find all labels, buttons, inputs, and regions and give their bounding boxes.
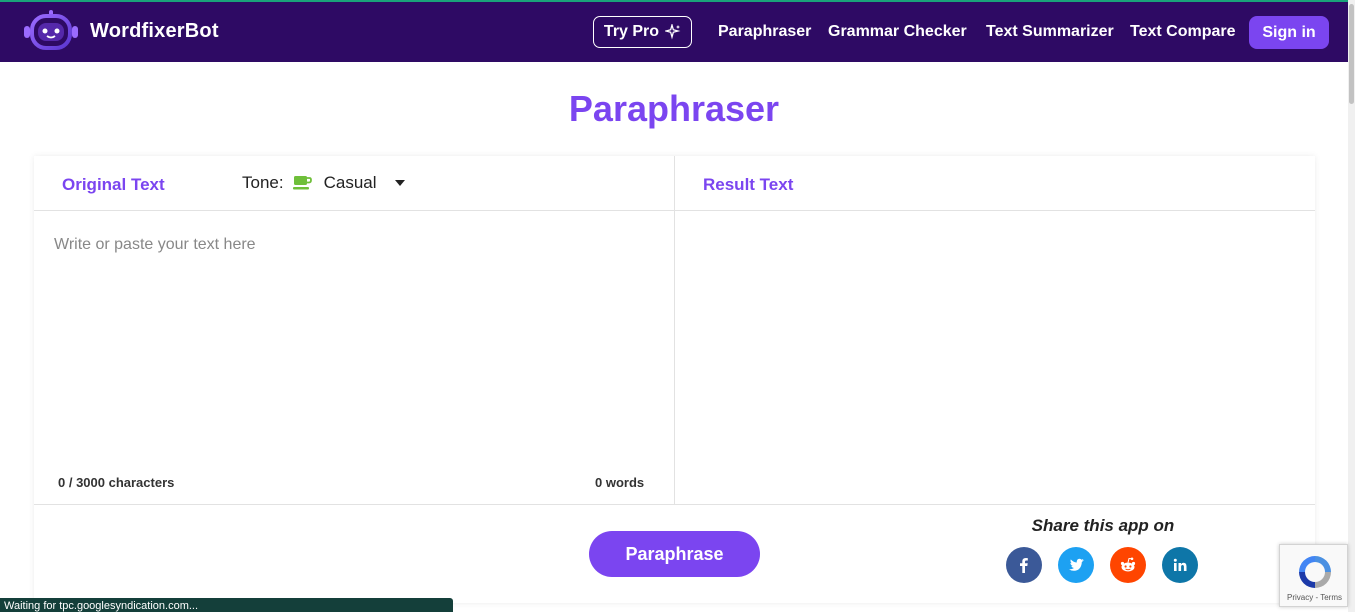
character-count: 0 / 3000 characters [58,475,175,490]
nav-paraphraser[interactable]: Paraphraser [718,23,811,41]
word-count: 0 words [595,475,645,490]
paraphrase-button[interactable]: Paraphrase [589,531,760,577]
result-text-label: Result Text [703,175,794,194]
twitter-icon [1069,558,1084,571]
tone-label: Tone: [242,173,284,192]
recaptcha-badge[interactable]: Privacy - Terms [1279,544,1348,607]
reddit-icon [1120,557,1136,572]
try-pro-button[interactable]: Try Pro [593,16,692,48]
twitter-share-button[interactable] [1058,547,1094,583]
reddit-share-button[interactable] [1110,547,1146,583]
facebook-icon [1020,558,1028,573]
robot-logo-icon[interactable] [22,10,80,54]
nav-text-summarizer[interactable]: Text Summarizer [986,23,1114,41]
paraphraser-card: Original Text Tone: Casual Result Text 0… [34,156,1315,603]
original-text-label: Original Text [62,175,165,194]
card-footer-divider [34,504,1315,505]
sparkle-icon [665,24,681,40]
sign-in-button[interactable]: Sign in [1249,16,1329,49]
linkedin-share-button[interactable] [1162,547,1198,583]
nav-text-compare[interactable]: Text Compare [1130,23,1236,41]
share-label: Share this app on [1031,516,1175,535]
linkedin-icon [1173,558,1187,571]
coffee-cup-icon [292,176,312,190]
chevron-down-icon [394,180,405,186]
original-text-input[interactable] [34,212,674,502]
navbar: WordfixerBot Try Pro Paraphraser Grammar… [0,2,1348,62]
nav-grammar-checker[interactable]: Grammar Checker [828,23,967,41]
scrollbar-thumb[interactable] [1349,4,1354,104]
tone-value: Casual [323,173,377,192]
tone-dropdown[interactable]: Tone: Casual [242,173,405,193]
result-text-area[interactable] [675,212,1315,504]
page-scrollbar[interactable] [1348,0,1355,612]
browser-status-bar: Waiting for tpc.googlesyndication.com... [0,598,453,612]
page-title: Paraphraser [568,88,780,129]
try-pro-label: Try Pro [603,23,660,40]
brand-name[interactable]: WordfixerBot [90,20,219,43]
facebook-share-button[interactable] [1006,547,1042,583]
recaptcha-links[interactable]: Privacy - Terms [1280,593,1349,602]
recaptcha-icon [1299,556,1331,588]
